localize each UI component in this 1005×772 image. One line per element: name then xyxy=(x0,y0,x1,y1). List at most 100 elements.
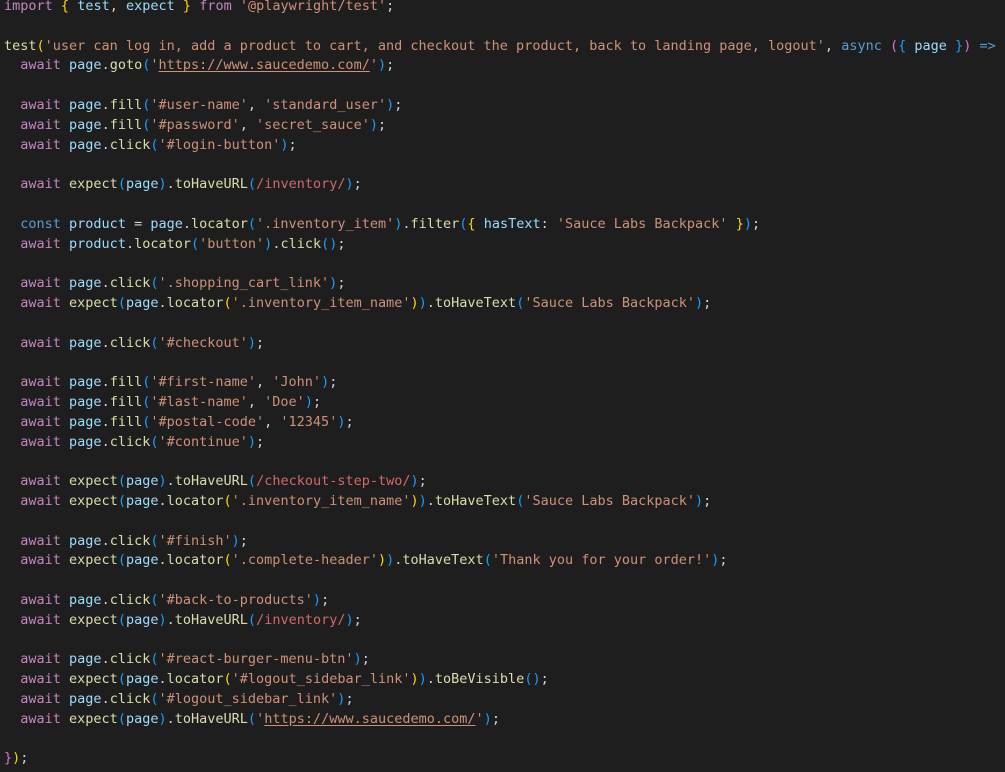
code-line[interactable] xyxy=(4,76,1005,96)
function-token: fill xyxy=(109,96,143,113)
code-line[interactable] xyxy=(4,729,1005,749)
code-line[interactable]: const product = page.locator('.inventory… xyxy=(4,215,1005,235)
punctuation-token xyxy=(232,0,240,14)
code-line[interactable] xyxy=(4,155,1005,175)
punctuation-token xyxy=(61,137,69,153)
bracket-token: { xyxy=(467,215,476,232)
punctuation-token xyxy=(61,374,69,390)
string-token: ' xyxy=(150,57,159,74)
url-token[interactable]: https://www.saucedemo.com/ xyxy=(264,711,475,727)
bracket-token: ( xyxy=(247,176,257,193)
punctuation-token xyxy=(4,651,20,667)
identifier-token: page xyxy=(69,532,102,549)
function-token: click xyxy=(109,651,151,668)
code-line[interactable] xyxy=(4,254,1005,274)
bracket-token: ( xyxy=(117,492,126,509)
code-line[interactable]: await product.locator('button').click(); xyxy=(4,235,1005,255)
code-line[interactable] xyxy=(4,631,1005,651)
code-line[interactable]: }); xyxy=(4,749,1005,769)
code-line[interactable]: await page.fill('#first-name', 'John'); xyxy=(4,373,1005,393)
code-line[interactable] xyxy=(4,17,1005,37)
regex-token: /inventory/ xyxy=(256,176,346,193)
code-line[interactable]: await page.goto('https://www.saucedemo.c… xyxy=(4,56,1005,76)
code-line[interactable]: await expect(page).toHaveURL(/inventory/… xyxy=(4,175,1005,195)
punctuation-token: . xyxy=(101,374,110,391)
string-token: '#logout_sidebar_link' xyxy=(231,671,411,688)
code-line[interactable] xyxy=(4,195,1005,215)
code-line[interactable]: await page.click('#back-to-products'); xyxy=(4,591,1005,611)
code-line[interactable]: await expect(page.locator('.complete-hea… xyxy=(4,551,1005,571)
string-token: 'Thank you for your order!' xyxy=(491,552,712,569)
string-token: '#first-name' xyxy=(150,374,257,391)
bracket-token: ) xyxy=(345,611,354,628)
punctuation-token xyxy=(61,711,69,727)
punctuation-token: ; xyxy=(361,651,370,668)
keyword-token: await xyxy=(20,671,61,688)
punctuation-token: . xyxy=(182,215,191,232)
keyword-token: await xyxy=(20,176,61,193)
code-line[interactable]: import { test, expect } from '@playwrigh… xyxy=(4,0,1005,17)
code-line[interactable]: await page.fill('#password', 'secret_sau… xyxy=(4,116,1005,136)
keyword-token: await xyxy=(20,552,61,569)
string-token: ' xyxy=(256,710,265,727)
keyword-token: await xyxy=(20,710,61,727)
code-line[interactable]: await expect(page.locator('.inventory_it… xyxy=(4,492,1005,512)
code-line[interactable]: await page.click('#react-burger-menu-btn… xyxy=(4,650,1005,670)
function-token: toHaveText xyxy=(434,492,517,509)
keyword-token: await xyxy=(20,492,61,509)
code-line[interactable]: await expect(page).toHaveURL('https://ww… xyxy=(4,710,1005,730)
punctuation-token: = xyxy=(125,215,151,232)
punctuation-token xyxy=(61,434,69,450)
code-line[interactable]: await expect(page).toHaveURL(/inventory/… xyxy=(4,611,1005,631)
punctuation-token: . xyxy=(166,176,175,193)
punctuation-token xyxy=(4,592,20,608)
code-line[interactable]: await page.click('#continue'); xyxy=(4,433,1005,453)
bracket-token: ( xyxy=(483,552,492,569)
bracket-token: ) xyxy=(280,136,289,153)
punctuation-token xyxy=(61,414,69,430)
bracket-token: ( xyxy=(117,176,126,193)
string-token: ' xyxy=(369,57,378,74)
punctuation-token xyxy=(61,216,69,232)
bracket-token: ) xyxy=(345,176,354,193)
code-line[interactable]: test('user can log in, add a product to … xyxy=(4,37,1005,57)
code-line[interactable] xyxy=(4,353,1005,373)
code-line[interactable] xyxy=(4,512,1005,532)
code-line[interactable]: await expect(page.locator('.inventory_it… xyxy=(4,294,1005,314)
function-token: locator xyxy=(166,552,224,569)
bracket-token: ( xyxy=(117,611,126,628)
punctuation-token xyxy=(996,38,1004,54)
code-line[interactable]: await page.click('#checkout'); xyxy=(4,334,1005,354)
code-line[interactable] xyxy=(4,571,1005,591)
punctuation-token: . xyxy=(101,532,110,549)
code-line[interactable]: await page.click('#finish'); xyxy=(4,532,1005,552)
code-line[interactable] xyxy=(4,452,1005,472)
url-token[interactable]: https://www.saucedemo.com/ xyxy=(159,57,370,73)
function-token: expect xyxy=(69,671,118,688)
function-token: click xyxy=(109,136,151,153)
code-editor[interactable]: import { test, expect } from '@playwrigh… xyxy=(4,0,1005,769)
code-line[interactable]: await page.click('#logout_sidebar_link')… xyxy=(4,690,1005,710)
code-line[interactable]: await expect(page).toHaveURL(/checkout-s… xyxy=(4,472,1005,492)
code-line[interactable]: await expect(page.locator('#logout_sideb… xyxy=(4,670,1005,690)
punctuation-token xyxy=(61,671,69,687)
punctuation-token xyxy=(4,671,20,687)
code-line[interactable]: await page.fill('#postal-code', '12345')… xyxy=(4,413,1005,433)
code-line[interactable]: await page.click('#login-button'); xyxy=(4,136,1005,156)
string-token: 'secret_sauce' xyxy=(256,116,370,133)
identifier-token: page xyxy=(69,57,102,74)
bracket-token: ) xyxy=(247,334,257,351)
punctuation-token: ; xyxy=(312,393,322,410)
regex-token: /inventory/ xyxy=(256,611,346,628)
bracket-token: ) xyxy=(158,710,167,727)
punctuation-token xyxy=(4,414,20,430)
identifier-token: page xyxy=(125,611,159,628)
code-line[interactable]: await page.click('.shopping_cart_link'); xyxy=(4,274,1005,294)
code-line[interactable] xyxy=(4,314,1005,334)
identifier-token: page xyxy=(69,413,102,430)
code-line[interactable]: await page.fill('#user-name', 'standard_… xyxy=(4,96,1005,116)
string-token: '#back-to-products' xyxy=(158,591,313,608)
function-token: click xyxy=(109,591,151,608)
string-token: '.inventory_item_name' xyxy=(231,294,411,311)
code-line[interactable]: await page.fill('#last-name', 'Doe'); xyxy=(4,393,1005,413)
